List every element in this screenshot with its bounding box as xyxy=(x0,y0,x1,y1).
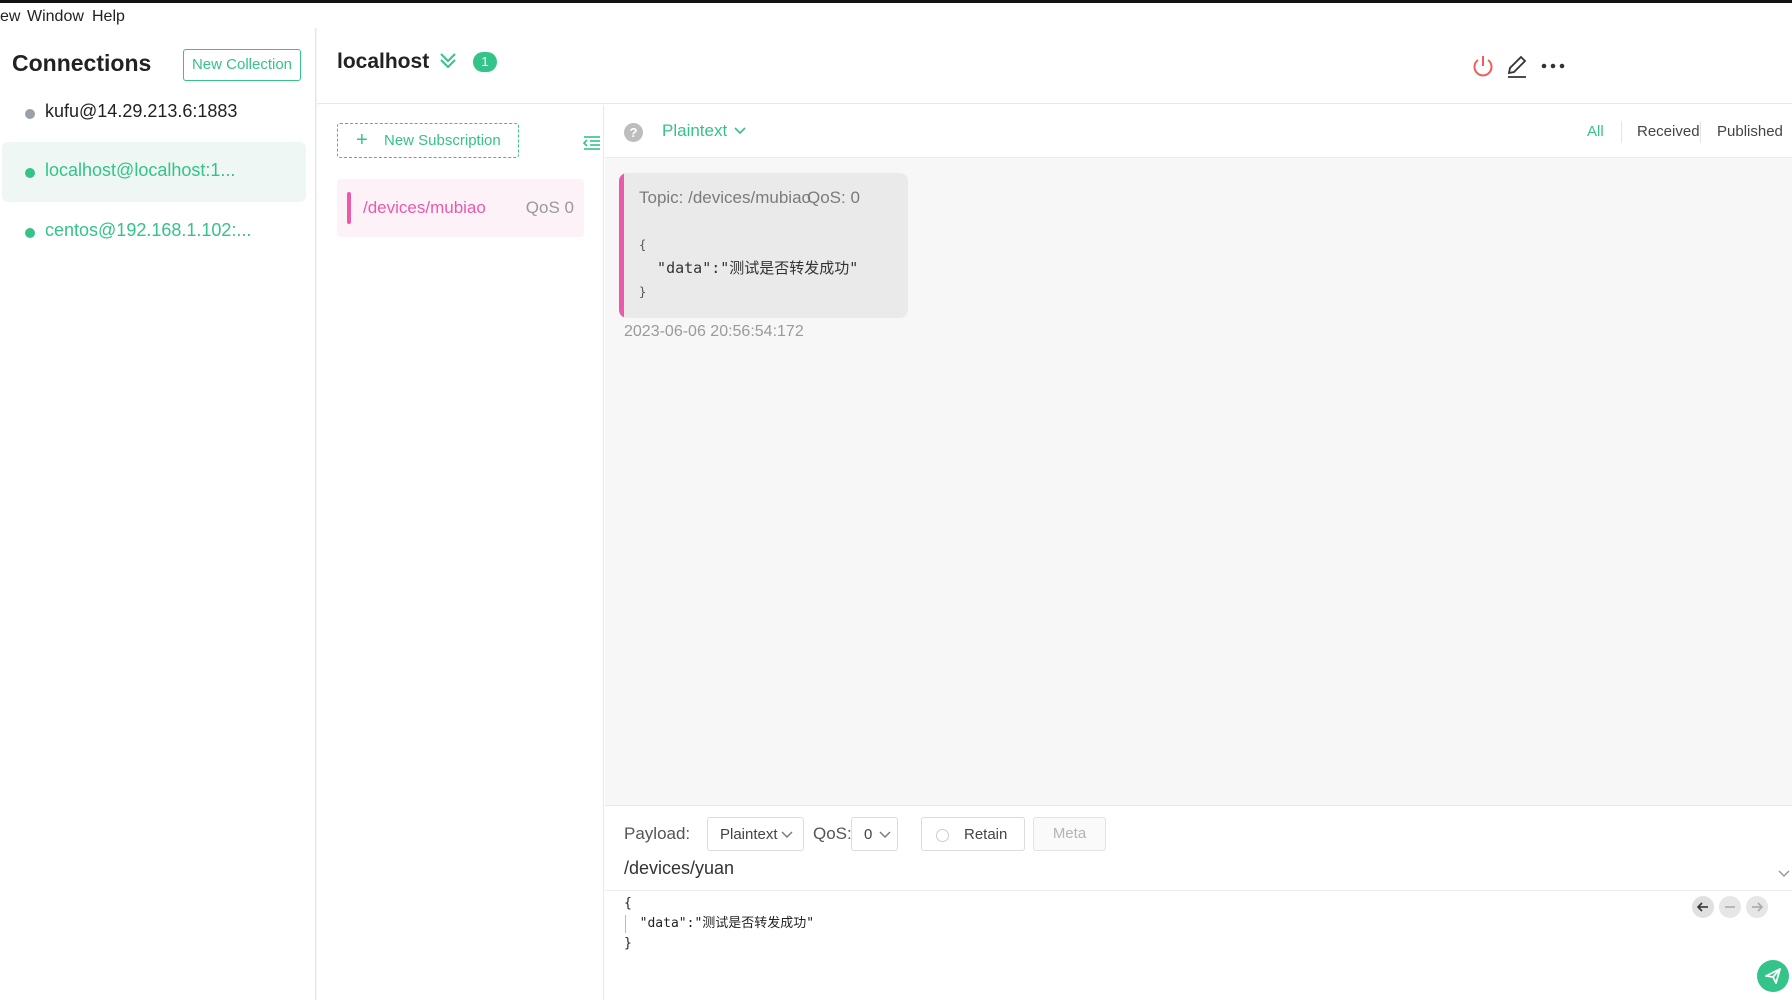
send-icon xyxy=(1765,968,1781,984)
connection-item[interactable]: kufu@14.29.213.6:1883 xyxy=(2,83,306,143)
message-list: ? Plaintext All Received Published Topic… xyxy=(605,105,1792,805)
page-title: localhost xyxy=(337,50,430,73)
filter-all[interactable]: All xyxy=(1587,123,1604,140)
new-collection-button[interactable]: New Collection xyxy=(183,49,301,81)
connection-count-badge: 1 xyxy=(473,52,497,72)
edit-icon[interactable] xyxy=(1503,52,1531,80)
double-chevron-down-icon[interactable] xyxy=(437,50,459,72)
prev-message-button[interactable] xyxy=(1692,896,1714,918)
status-dot-icon xyxy=(25,168,35,178)
retain-label: Retain xyxy=(964,826,1008,843)
subscription-item[interactable]: /devices/mubiao QoS 0 xyxy=(337,179,584,237)
message-color-bar xyxy=(619,173,624,318)
connection-item-active[interactable]: localhost@localhost:1... xyxy=(2,142,306,202)
message-bubble[interactable]: Topic: /devices/mubiao QoS: 0 { "data":"… xyxy=(619,173,908,318)
arrow-left-icon xyxy=(1696,902,1708,912)
publish-topic-input[interactable]: /devices/yuan xyxy=(624,858,734,879)
payload-format-value: Plaintext xyxy=(720,826,778,843)
menu-help[interactable]: Help xyxy=(92,8,125,26)
more-icon[interactable] xyxy=(1539,52,1567,80)
subscription-topic: /devices/mubiao xyxy=(363,198,486,217)
chevron-down-icon xyxy=(879,831,891,838)
message-timestamp: 2023-06-06 20:56:54:172 xyxy=(624,323,804,340)
connection-label: localhost@localhost:1... xyxy=(45,160,236,180)
menu-view[interactable]: ew xyxy=(0,8,20,26)
qos-value: 0 xyxy=(864,826,873,843)
sidebar-title: Connections xyxy=(12,50,152,76)
publish-panel: Payload: Plaintext QoS: 0 Retain Meta /d… xyxy=(605,805,1792,1000)
message-toolbar: ? Plaintext All Received Published xyxy=(605,105,1792,158)
collapse-panel-icon[interactable] xyxy=(582,133,602,153)
new-subscription-label: New Subscription xyxy=(384,132,501,149)
meta-button[interactable]: Meta xyxy=(1033,817,1106,851)
payload-label: Payload: xyxy=(624,824,691,843)
payload-format-select[interactable]: Plaintext xyxy=(662,121,727,141)
plus-icon: + xyxy=(356,129,368,151)
qos-dropdown[interactable]: 0 xyxy=(851,817,898,851)
retain-radio-icon xyxy=(936,829,949,842)
connections-sidebar: Connections New Collection kufu@14.29.21… xyxy=(0,28,316,1000)
next-message-button[interactable] xyxy=(1746,896,1768,918)
filter-divider xyxy=(1700,121,1701,143)
payload-format-dropdown[interactable]: Plaintext xyxy=(707,817,804,851)
connection-item[interactable]: centos@192.168.1.102:... xyxy=(2,202,306,262)
status-dot-icon xyxy=(25,109,35,119)
topic-divider xyxy=(605,890,1792,891)
message-qos: QoS: 0 xyxy=(807,188,860,207)
subscription-color-bar xyxy=(347,192,351,224)
filter-published[interactable]: Published xyxy=(1717,123,1783,140)
subscription-qos: QoS 0 xyxy=(525,198,574,217)
message-topic: Topic: /devices/mubiao xyxy=(639,188,811,207)
filter-divider xyxy=(1621,121,1622,143)
send-button[interactable] xyxy=(1757,960,1789,992)
connection-label: centos@192.168.1.102:... xyxy=(45,220,252,240)
publish-payload-editor[interactable]: { "data":"测试是否转发成功" } xyxy=(624,894,814,954)
power-icon[interactable] xyxy=(1469,52,1497,80)
connection-header: localhost 1 xyxy=(317,28,1792,104)
filter-received[interactable]: Received xyxy=(1637,123,1700,140)
chevron-down-icon[interactable] xyxy=(732,123,748,139)
message-payload: { "data":"测试是否转发成功" } xyxy=(639,238,859,299)
connection-label: kufu@14.29.213.6:1883 xyxy=(45,101,238,121)
new-subscription-button[interactable]: + New Subscription xyxy=(337,123,519,158)
menu-window[interactable]: Window xyxy=(27,8,84,26)
chevron-down-icon[interactable] xyxy=(1776,866,1792,882)
chevron-down-icon xyxy=(781,831,793,838)
clear-message-button[interactable] xyxy=(1719,896,1741,918)
help-icon[interactable]: ? xyxy=(624,123,643,142)
subscriptions-panel: + New Subscription /devices/mubiao QoS 0 xyxy=(317,105,604,1000)
retain-toggle[interactable]: Retain xyxy=(921,817,1025,851)
status-dot-icon xyxy=(25,228,35,238)
qos-label: QoS: xyxy=(813,824,852,843)
arrow-right-icon xyxy=(1752,902,1764,912)
minus-icon xyxy=(1725,906,1735,908)
